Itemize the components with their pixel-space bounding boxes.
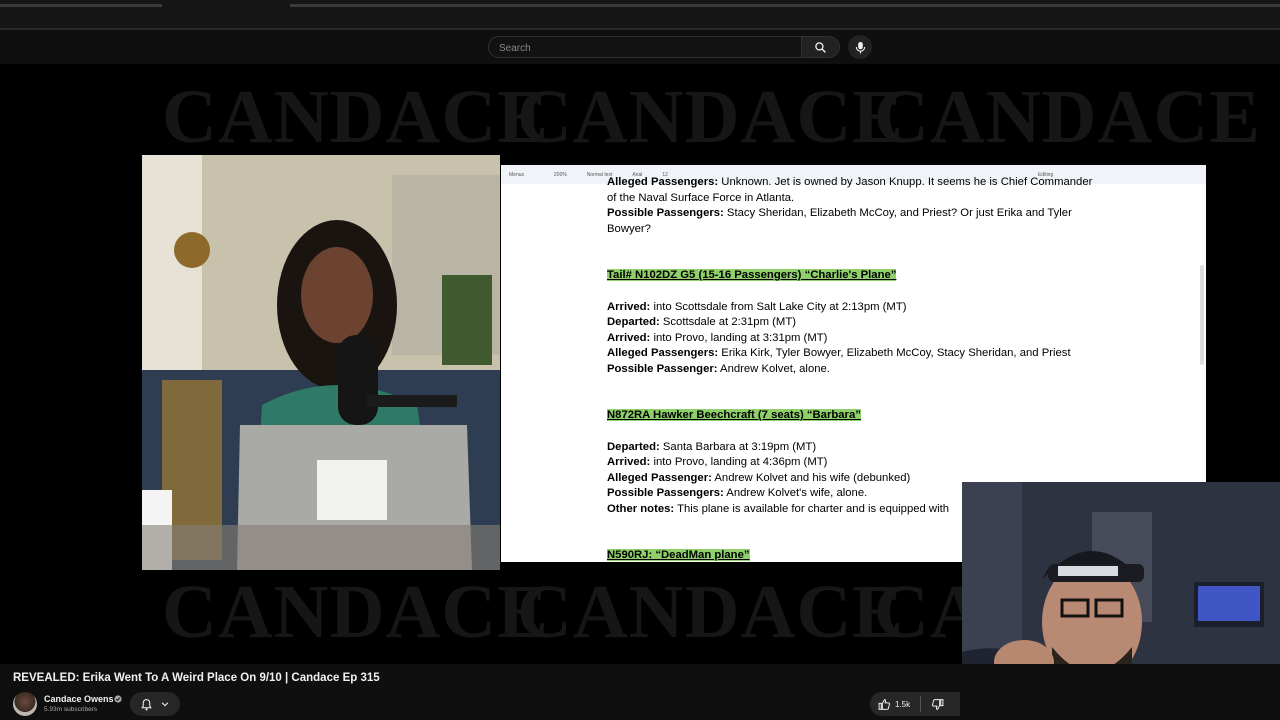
doc-scrollbar[interactable] <box>1200 265 1204 365</box>
verified-check-icon <box>114 695 122 703</box>
doc-line: of the Naval Surface Force in Atlanta. <box>607 191 795 204</box>
host-scene-illustration <box>142 155 500 570</box>
watermark-text: CANDACE <box>162 75 549 159</box>
bell-icon <box>140 698 152 710</box>
doc-line: Alleged Passengers: Erika Kirk, Tyler Bo… <box>607 347 1071 359</box>
search-icon <box>815 41 826 53</box>
host-video-frame <box>142 155 500 570</box>
subscriber-count: 5.93m subscribers <box>44 706 98 713</box>
doc-line: Possible Passengers: Stacy Sheridan, Eli… <box>607 207 1072 219</box>
doc-heading: N872RA Hawker Beechcraft (7 seats) “Barb… <box>607 409 861 421</box>
thumbs-down-icon <box>932 698 944 710</box>
watermark-text: CANDACE <box>517 75 904 159</box>
like-dislike-group: 1.5k <box>870 692 960 716</box>
browser-tab-strip <box>0 0 1280 30</box>
doc-line: Bowyer? <box>607 222 651 235</box>
voice-search-button[interactable] <box>848 35 872 59</box>
video-title: REVEALED: Erika Went To A Weird Place On… <box>13 672 380 684</box>
notification-bell-button[interactable] <box>130 692 180 716</box>
search-input[interactable] <box>497 39 791 57</box>
doc-line: Arrived: into Provo, landing at 4:36pm (… <box>607 456 828 468</box>
thumbs-up-icon <box>878 698 891 710</box>
microphone-icon <box>855 41 865 53</box>
doc-line: Arrived: into Scottsdale from Salt Lake … <box>607 300 907 313</box>
watermark-text: CANDACE <box>874 75 1261 159</box>
doc-heading: Tail# N102DZ G5 (15-16 Passengers) “Char… <box>607 269 897 281</box>
watermark-text: CANDACE <box>517 570 904 654</box>
divider <box>920 696 922 712</box>
watermark-text: CANDACE <box>162 570 549 654</box>
search-button[interactable] <box>802 36 840 58</box>
zoom-select[interactable]: 200% <box>554 172 567 178</box>
tab-indicator <box>0 4 162 7</box>
doc-line: Departed: Santa Barbara at 3:19pm (MT) <box>607 440 817 453</box>
doc-line: Arrived: into Provo, landing at 3:31pm (… <box>607 331 828 344</box>
channel-name[interactable]: Candace Owens <box>44 694 114 704</box>
like-button[interactable]: 1.5k <box>878 698 910 711</box>
doc-line: Alleged Passengers: Unknown. Jet is owne… <box>607 176 1093 188</box>
search-box[interactable] <box>488 36 802 58</box>
avatar[interactable] <box>13 692 37 716</box>
like-count: 1.5k <box>895 699 911 709</box>
doc-line: Possible Passenger: Andrew Kolvet, alone… <box>607 362 830 375</box>
doc-line: Departed: Scottsdale at 2:31pm (MT) <box>607 316 796 328</box>
tab-indicator <box>290 4 1280 7</box>
menus-button[interactable]: Menus <box>509 172 524 178</box>
dislike-button[interactable] <box>931 698 944 711</box>
chevron-down-icon <box>161 702 169 707</box>
